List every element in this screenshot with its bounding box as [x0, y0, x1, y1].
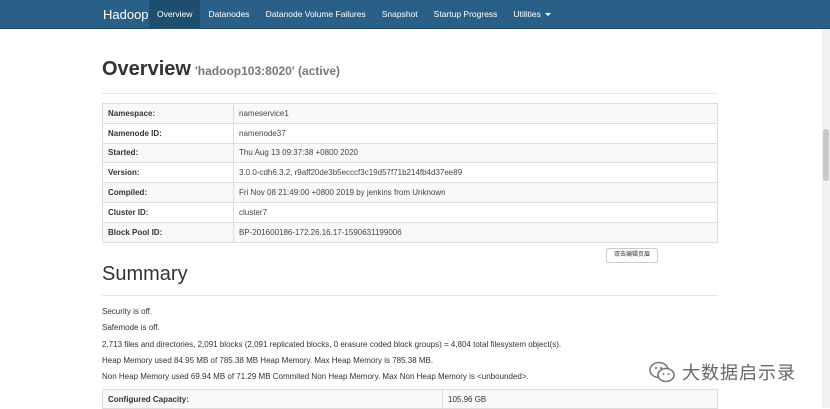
nav-menu: Overview Datanodes Datanode Volume Failu…: [149, 0, 559, 29]
nav-item-utilities[interactable]: Utilities: [505, 0, 558, 29]
row-key: Namespace:: [102, 103, 234, 124]
wechat-icon: [649, 361, 675, 383]
table-row: Block Pool ID: BP-201600186-172.26.16.17-…: [102, 221, 718, 243]
table-row: Namenode ID: namenode37: [102, 122, 718, 144]
table-row: Namespace: nameservice1: [102, 103, 718, 124]
row-key: Compiled:: [102, 182, 234, 203]
namenode-address: 'hadoop103:8020' (active): [194, 64, 341, 78]
filesystem-objects: 2,713 files and directories, 2,091 block…: [102, 340, 562, 349]
non-heap-memory: Non Heap Memory used 69.94 MB of 71.29 M…: [102, 372, 529, 381]
row-value: 3.0.0-cdh6.3.2, r9aff20de3b5ecccf3c19d57…: [233, 162, 718, 184]
nav-item-startup-progress[interactable]: Startup Progress: [426, 0, 506, 29]
row-value: 105.96 GB: [442, 389, 718, 409]
row-value: namenode37: [233, 122, 718, 144]
table-row: Started: Thu Aug 13 09:37:38 +0800 2020: [102, 142, 718, 164]
row-value: cluster7: [233, 201, 718, 223]
watermark-text: 大数据启示录: [682, 363, 796, 384]
utilities-label: Utilities: [513, 9, 541, 19]
table-row: Version: 3.0.0-cdh6.3.2, r9aff20de3b5eccc…: [102, 162, 718, 184]
row-key: Configured Capacity:: [102, 389, 443, 409]
row-key: Cluster ID:: [102, 201, 234, 223]
summary-title: Summary: [102, 263, 718, 296]
capacity-table: Configured Capacity: 105.96 GB: [102, 389, 718, 409]
row-key: Version:: [102, 162, 234, 184]
scrollbar[interactable]: [822, 29, 830, 408]
security-status: Security is off.: [102, 307, 153, 316]
scrollbar-thumb[interactable]: [823, 129, 829, 181]
overview-title: Overview: [102, 58, 191, 80]
row-value: Thu Aug 13 09:37:38 +0800 2020: [233, 142, 718, 164]
nav-item-datanode-volume-failures[interactable]: Datanode Volume Failures: [258, 0, 374, 29]
heap-memory: Heap Memory used 84.95 MB of 785.38 MB H…: [102, 356, 434, 365]
brand-logo[interactable]: Hadoop: [103, 0, 149, 29]
table-row: Cluster ID: cluster7: [102, 201, 718, 223]
safemode-status: Safemode is off.: [102, 323, 160, 332]
nav-item-snapshot[interactable]: Snapshot: [374, 0, 426, 29]
table-row: Compiled: Fri Nov 08 21:49:00 +0800 2019 …: [102, 182, 718, 203]
row-value: Fri Nov 08 21:49:00 +0800 2019 by jenkin…: [233, 182, 718, 203]
overview-header: Overview'hadoop103:8020' (active): [102, 58, 718, 94]
page-title: Overview'hadoop103:8020' (active): [102, 58, 718, 81]
row-value: BP-201600186-172.26.16.17-1590631199006: [233, 221, 718, 243]
row-value: nameservice1: [233, 103, 718, 124]
table-row: Configured Capacity: 105.96 GB: [102, 389, 718, 409]
row-key: Block Pool ID:: [102, 221, 234, 243]
edit-header-button[interactable]: 双击编辑页眉: [606, 248, 658, 263]
nav-item-datanodes[interactable]: Datanodes: [200, 0, 257, 29]
overview-table: Namespace: nameservice1 Namenode ID: namen…: [102, 103, 718, 243]
watermark: 大数据启示录: [648, 358, 796, 386]
row-key: Started:: [102, 142, 234, 164]
chevron-down-icon: [544, 13, 551, 17]
top-navbar: Hadoop Overview Datanodes Datanode Volum…: [0, 0, 830, 29]
nav-item-overview[interactable]: Overview: [149, 0, 201, 29]
row-key: Namenode ID:: [102, 122, 234, 144]
